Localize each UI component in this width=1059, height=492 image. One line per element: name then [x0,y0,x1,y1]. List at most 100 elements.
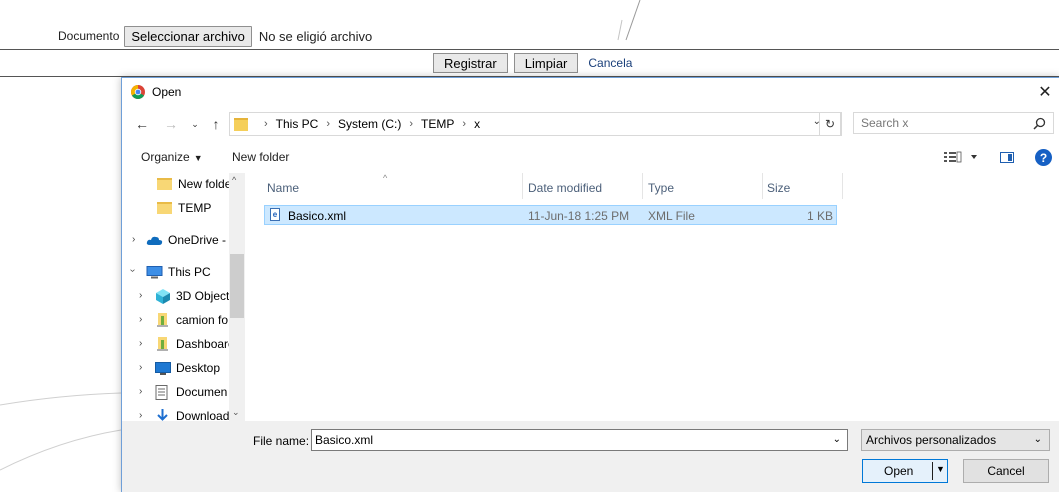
chevron-down-icon: ⌄ [1033,434,1042,445]
scrollbar-thumb[interactable] [230,254,244,318]
tree-item-documents[interactable]: Documen [155,381,227,403]
command-toolbar: Organize ▼ New folder ? [122,144,1059,170]
xml-file-icon: e [270,208,280,221]
view-options-icon[interactable] [944,151,978,163]
chevron-right-icon[interactable]: › [132,234,135,245]
tree-item-label: Dashboarc [176,337,235,351]
address-bar[interactable]: › This PC › System (C:) › TEMP › x ⌄ [229,112,842,136]
back-button[interactable]: ← [132,114,152,134]
close-button[interactable]: ✕ [1030,78,1059,106]
recent-locations-button[interactable]: ⌄ [185,114,205,134]
document-row: Documento Seleccionar archivo No se elig… [58,25,372,47]
arrow-up-icon: ↑ [212,116,220,132]
tree-item-dashboard[interactable]: Dashboarc [155,333,234,355]
file-type-value: Archivos personalizados [866,433,997,447]
tree-item-label: This PC [168,265,211,279]
tree-item-label: camion fo [176,313,229,327]
search-input[interactable]: Search x [853,112,1054,134]
user-folder-icon [157,312,168,327]
preview-pane-icon[interactable] [1000,152,1014,163]
refresh-button[interactable]: ↻ [819,112,841,136]
up-button[interactable]: ↑ [206,114,226,134]
file-type-cell: XML File [648,209,695,223]
clear-button[interactable]: Limpiar [513,53,579,73]
breadcrumb-this-pc[interactable]: This PC [276,117,319,131]
column-divider[interactable] [762,173,763,199]
column-header-size[interactable]: Size [767,181,790,195]
tree-item-label: TEMP [178,201,212,215]
chevron-right-icon[interactable]: › [139,314,142,325]
tree-item-camion[interactable]: camion fo [155,309,228,331]
column-divider[interactable] [642,173,643,199]
chevron-down-icon: ⌄ [191,118,199,129]
tree-item-label: New folde [178,177,232,191]
breadcrumb-x[interactable]: x [474,117,480,131]
file-row-selected[interactable]: e Basico.xml 11-Jun-18 1:25 PM XML File … [264,205,837,225]
chevron-right-icon[interactable]: › [139,338,142,349]
form-actions: Registrar Limpiar Cancela [433,53,632,73]
tree-item-temp[interactable]: TEMP [157,197,211,219]
chevron-right-icon[interactable]: › [139,362,142,373]
document-icon [155,384,168,400]
computer-icon [146,265,163,278]
open-button-label: Open [884,464,914,478]
tree-item-this-pc[interactable]: This PC [146,261,211,283]
forward-button[interactable]: → [161,114,181,134]
tree-item-downloads[interactable]: Download [155,405,229,421]
file-name-input[interactable]: Basico.xml ⌄ [311,429,848,451]
tree-item-new-folder[interactable]: New folde [157,173,231,195]
chevron-down-icon[interactable]: › [127,269,138,272]
search-placeholder: Search x [861,116,909,130]
file-size-cell: 1 KB [806,209,833,223]
column-header-name[interactable]: Name [267,181,299,195]
chevron-down-icon[interactable]: ⌄ [833,434,841,445]
close-icon: ✕ [1038,84,1052,101]
user-folder-icon [157,336,168,351]
chevron-right-icon[interactable]: › [139,386,142,397]
dialog-footer: File name: Basico.xml ⌄ Archivos persona… [122,421,1059,492]
tree-item-desktop[interactable]: Desktop [155,357,220,379]
breadcrumb-separator: › [409,118,414,130]
tree-item-3d-objects[interactable]: 3D Object [155,285,229,307]
open-button[interactable]: Open ▼ [862,459,948,483]
help-icon[interactable]: ? [1035,149,1052,166]
chevron-right-icon[interactable]: › [139,410,142,421]
search-icon[interactable] [1033,117,1046,130]
column-header-type[interactable]: Type [648,181,674,195]
folder-icon [157,178,172,190]
column-divider[interactable] [842,173,843,199]
folder-icon [234,117,248,131]
document-label: Documento [58,29,120,43]
dialog-title: Open [152,85,182,99]
new-folder-button[interactable]: New folder [232,150,289,164]
cancel-button[interactable]: Cancel [963,459,1049,483]
scroll-down-icon[interactable]: ⌄ [232,407,240,418]
choose-file-button[interactable]: Seleccionar archivo [124,25,252,47]
folder-icon [157,202,172,214]
cancel-link[interactable]: Cancela [588,56,632,70]
organize-menu[interactable]: Organize ▼ [141,150,203,164]
breadcrumb-temp[interactable]: TEMP [421,117,454,131]
column-divider[interactable] [522,173,523,199]
split-divider [932,462,933,480]
chevron-right-icon[interactable]: › [139,290,142,301]
file-type-select[interactable]: Archivos personalizados ⌄ [861,429,1050,451]
caret-down-icon: ▼ [193,153,203,163]
nav-pane-scrollbar[interactable]: ^ ⌄ [229,173,245,421]
tree-item-label: Desktop [176,361,221,375]
file-name-value: Basico.xml [315,433,374,447]
tree-item-label: Documen [176,385,228,399]
breadcrumb-system-c[interactable]: System (C:) [338,117,401,131]
tree-item-onedrive[interactable]: OneDrive - . [146,229,233,251]
scroll-up-icon[interactable]: ^ [232,175,236,185]
navigation-bar: ← → ⌄ ↑ › This PC › System (C:) › TEMP ›… [122,110,1059,138]
tree-item-label: Download [176,409,230,421]
caret-down-icon[interactable]: ▼ [936,464,945,474]
breadcrumb-separator: › [264,118,268,130]
column-header-date-modified[interactable]: Date modified [528,181,602,195]
organize-label: Organize [141,150,190,164]
register-button[interactable]: Registrar [433,53,508,73]
tree-item-label: OneDrive - . [168,233,233,247]
navigation-pane: New folde TEMP › OneDrive - . › This PC … [122,173,246,421]
chrome-icon [131,85,145,99]
